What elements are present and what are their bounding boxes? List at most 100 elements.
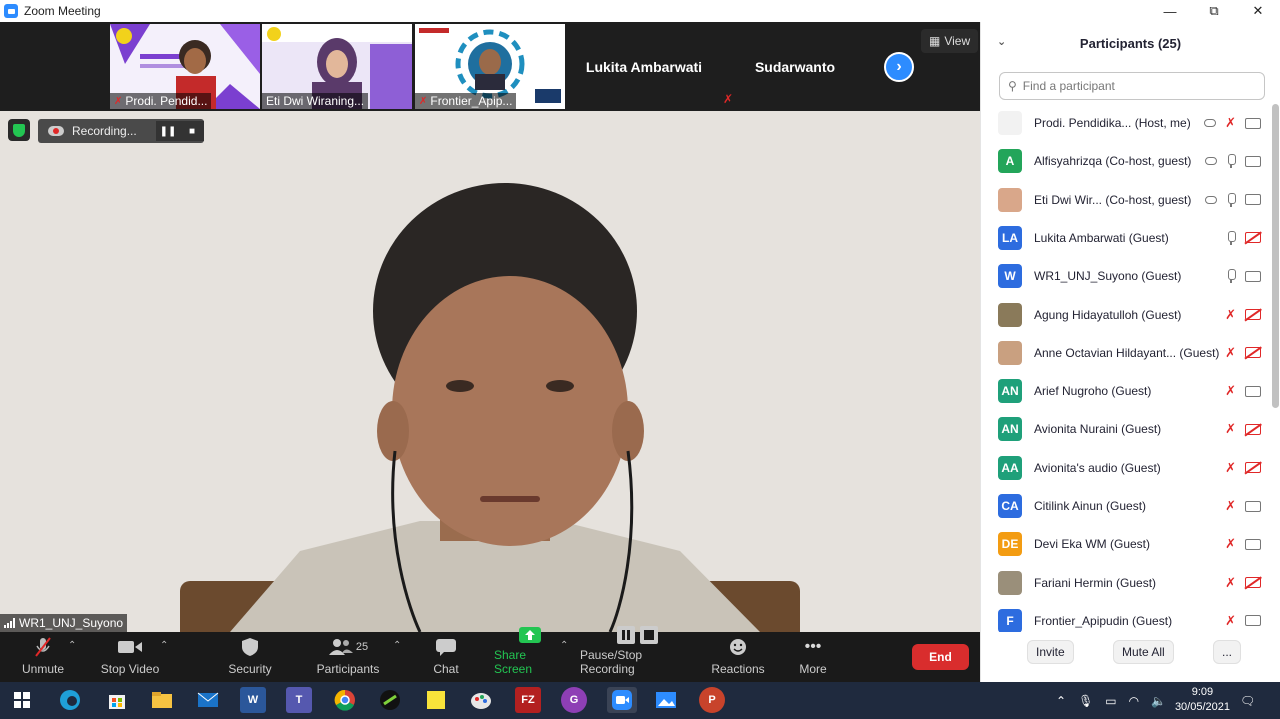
security-button[interactable]: Security	[222, 632, 278, 682]
participant-row[interactable]: Prodi. Pendidika... (Host, me) ✗	[981, 104, 1273, 142]
video-tile-lukita[interactable]: Lukita Ambarwati	[569, 24, 719, 109]
windows-start-icon[interactable]	[9, 687, 35, 713]
powerpoint-icon[interactable]: P	[699, 687, 725, 713]
panel-more-button[interactable]: ...	[1213, 640, 1242, 664]
video-off-icon[interactable]	[1245, 462, 1261, 474]
video-off-icon[interactable]	[1245, 347, 1261, 359]
audio-options-caret[interactable]: ⌃	[68, 640, 76, 651]
share-screen-button[interactable]: Share Screen	[494, 627, 566, 682]
participant-row[interactable]: Agung Hidayatulloh (Guest) ✗	[981, 296, 1273, 334]
battery-icon[interactable]: ▭	[1105, 694, 1116, 708]
mic-muted-icon[interactable]: ✗	[1225, 307, 1236, 322]
green-app-icon[interactable]	[377, 687, 403, 713]
participants-options-caret[interactable]: ⌃	[393, 640, 401, 651]
participant-row[interactable]: AN Avionita Nuraini (Guest) ✗	[981, 410, 1273, 448]
search-input[interactable]: ⚲ Find a participant	[999, 72, 1265, 100]
video-thumb-prodi[interactable]: ✗ Prodi. Pendid...	[110, 24, 260, 109]
participant-row[interactable]: A Alfisyahrizqa (Co-host, guest)	[981, 142, 1273, 180]
smiley-icon	[728, 636, 748, 658]
video-off-icon[interactable]	[1245, 309, 1261, 320]
end-meeting-button[interactable]: End	[912, 644, 969, 670]
participant-list-scrollbar[interactable]	[1272, 104, 1279, 408]
wifi-icon[interactable]: ◠	[1129, 694, 1139, 708]
video-camera-icon[interactable]	[1245, 194, 1261, 206]
mic-icon[interactable]	[1226, 154, 1236, 169]
video-camera-icon[interactable]	[1245, 270, 1261, 282]
participants-button[interactable]: 25 Participants	[312, 632, 384, 682]
participant-row[interactable]: LA Lukita Ambarwati (Guest)	[981, 219, 1273, 257]
participant-row[interactable]: CA Citilink Ainun (Guest) ✗	[981, 487, 1273, 525]
chevron-up-icon[interactable]: ⌃	[1056, 694, 1066, 708]
video-camera-icon[interactable]	[1245, 500, 1261, 512]
taskbar-clock[interactable]: 9:09 30/05/2021	[1175, 685, 1230, 715]
participant-row[interactable]: Fariani Hermin (Guest) ✗	[981, 564, 1273, 602]
close-button[interactable]: ✕	[1236, 0, 1280, 22]
pause-recording-button[interactable]: ❚❚	[156, 121, 180, 141]
mic-muted-icon[interactable]: ✗	[1225, 460, 1236, 475]
share-options-caret[interactable]: ⌃	[560, 640, 568, 651]
video-off-icon[interactable]	[1245, 423, 1261, 435]
mic-muted-icon[interactable]: ✗	[1225, 575, 1236, 590]
edge-browser-icon[interactable]	[57, 687, 83, 713]
unmute-button[interactable]: Unmute	[14, 632, 72, 682]
restore-button[interactable]: ⧉	[1192, 0, 1236, 22]
mic-muted-icon[interactable]: ✗	[1225, 384, 1236, 398]
mute-all-button[interactable]: Mute All	[1113, 640, 1174, 664]
mic-icon[interactable]	[1226, 192, 1236, 207]
mic-muted-icon[interactable]: ✗	[1225, 422, 1236, 436]
invite-button[interactable]: Invite	[1027, 640, 1074, 664]
participant-name: Alfisyahrizqa (Co-host, guest)	[1034, 154, 1192, 169]
mic-muted-icon[interactable]: ✗	[1225, 537, 1236, 551]
video-camera-icon[interactable]	[1245, 615, 1261, 627]
stop-recording-button[interactable]: ■	[180, 121, 204, 141]
pause-stop-recording-button[interactable]: Pause/Stop Recording	[580, 626, 696, 682]
video-off-icon[interactable]	[1245, 577, 1261, 589]
mic-icon[interactable]	[1226, 269, 1236, 284]
teams-icon[interactable]: T	[286, 687, 312, 713]
video-camera-icon[interactable]	[1245, 538, 1261, 550]
video-camera-icon[interactable]	[1245, 117, 1261, 129]
stop-video-button[interactable]: Stop Video	[96, 632, 164, 682]
mail-icon[interactable]	[195, 687, 221, 713]
chat-button[interactable]: Chat	[426, 632, 466, 682]
video-off-icon[interactable]	[1245, 232, 1261, 244]
grammarly-icon[interactable]: G	[561, 687, 587, 713]
participant-row[interactable]: W WR1_UNJ_Suyono (Guest)	[981, 257, 1273, 295]
notification-icon[interactable]: 🗨	[1240, 682, 1255, 719]
more-button[interactable]: ••• More	[790, 632, 836, 682]
video-camera-icon[interactable]	[1245, 385, 1261, 397]
mic-icon[interactable]	[1226, 230, 1236, 245]
store-icon[interactable]	[104, 687, 130, 713]
minimize-button[interactable]: —	[1148, 0, 1192, 22]
chevron-down-icon[interactable]: ⌄	[997, 35, 1006, 48]
chrome-icon[interactable]	[332, 687, 358, 713]
participant-row[interactable]: Anne Octavian Hildayant... (Guest) ✗	[981, 334, 1273, 372]
video-camera-icon[interactable]	[1245, 155, 1261, 167]
participant-row[interactable]: AA Avionita's audio (Guest) ✗	[981, 449, 1273, 487]
microphone-tray-icon[interactable]: 🎙	[1078, 694, 1093, 708]
mic-muted-icon[interactable]: ✗	[1225, 345, 1236, 360]
reactions-button[interactable]: Reactions	[708, 632, 768, 682]
video-thumb-frontier[interactable]: ✗ Frontier_Apip...	[415, 24, 565, 109]
participant-row[interactable]: AN Arief Nugroho (Guest) ✗	[981, 372, 1273, 410]
mic-muted-icon[interactable]: ✗	[1225, 116, 1236, 130]
volume-icon[interactable]: 🔈	[1151, 694, 1166, 708]
participant-row[interactable]: F Frontier_Apipudin (Guest) ✗	[981, 602, 1273, 632]
window-title: Zoom Meeting	[24, 4, 101, 18]
filezilla-icon[interactable]: FZ	[515, 687, 541, 713]
next-page-button[interactable]: ›	[884, 52, 914, 82]
participant-row[interactable]: Eti Dwi Wir... (Co-host, guest)	[981, 181, 1273, 219]
participant-row[interactable]: DE Devi Eka WM (Guest) ✗	[981, 525, 1273, 563]
file-explorer-icon[interactable]	[149, 687, 175, 713]
mic-muted-icon[interactable]: ✗	[1225, 499, 1236, 513]
video-thumb-eti[interactable]: Eti Dwi Wiraning...	[262, 24, 412, 109]
sticky-notes-icon[interactable]	[423, 687, 449, 713]
paint-icon[interactable]	[468, 687, 494, 713]
video-options-caret[interactable]: ⌃	[160, 640, 168, 651]
video-tile-sudarwanto[interactable]: Sudarwanto	[720, 24, 870, 109]
mic-muted-icon[interactable]: ✗	[1225, 613, 1236, 628]
photos-icon[interactable]	[653, 687, 679, 713]
zoom-taskbar-icon[interactable]	[607, 687, 637, 713]
view-button[interactable]: ▦ View	[921, 29, 979, 53]
word-icon[interactable]: W	[240, 687, 266, 713]
